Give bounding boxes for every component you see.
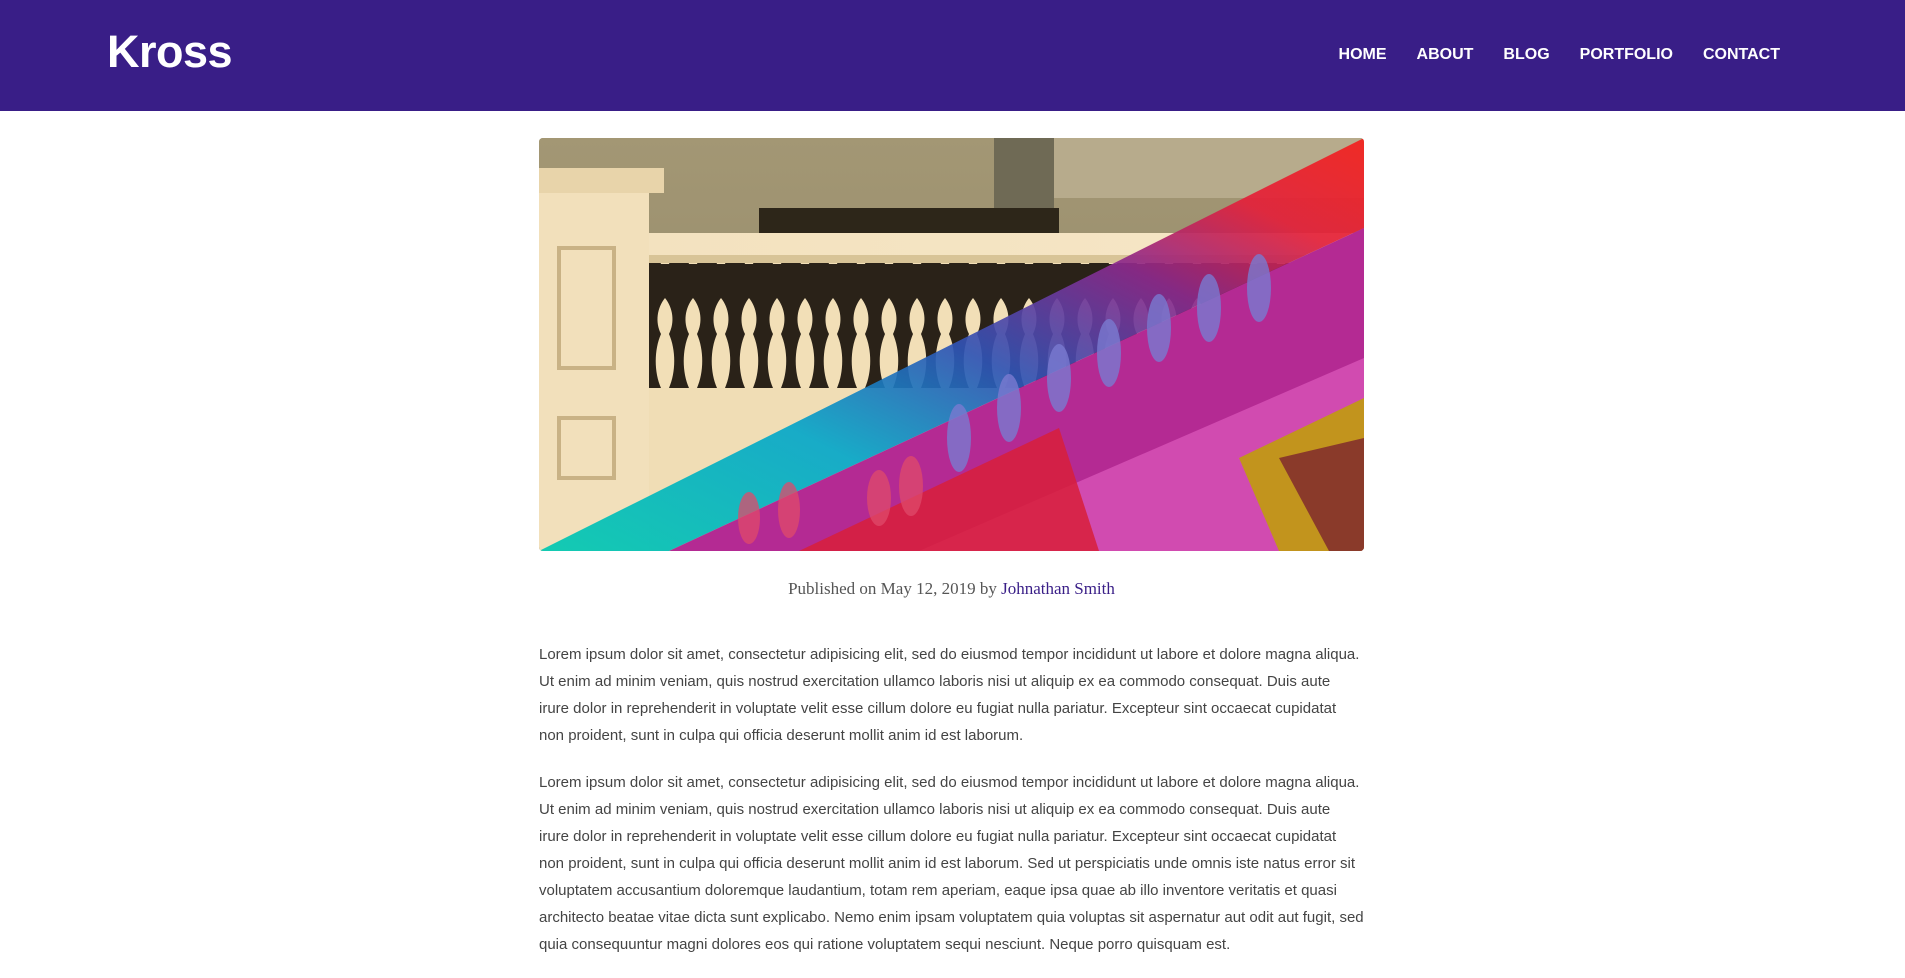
nav-item-portfolio: PORTFOLIO	[1550, 44, 1673, 66]
navbar: Kross HOME ABOUT BLOG PORTFOLIO CONTACT	[0, 0, 1905, 111]
colorful-staircase-photo-icon	[539, 138, 1364, 551]
nav-link-contact[interactable]: CONTACT	[1703, 44, 1780, 66]
nav-item-blog: BLOG	[1473, 44, 1549, 66]
nav-link-portfolio[interactable]: PORTFOLIO	[1580, 44, 1673, 66]
nav-item-contact: CONTACT	[1673, 44, 1780, 66]
author-link[interactable]: Johnathan Smith	[1001, 579, 1115, 598]
paragraph: Lorem ipsum dolor sit amet, consectetur …	[539, 646, 1360, 744]
main-nav: HOME ABOUT BLOG PORTFOLIO CONTACT	[1309, 44, 1780, 66]
nav-item-about: ABOUT	[1387, 44, 1474, 66]
nav-link-home[interactable]: HOME	[1339, 44, 1387, 66]
featured-image	[539, 138, 1364, 551]
nav-item-home: HOME	[1309, 44, 1387, 66]
nav-link-about[interactable]: ABOUT	[1417, 44, 1474, 66]
post-body: Lorem ipsum dolor sit amet, consectetur …	[539, 641, 1364, 978]
nav-link-blog[interactable]: BLOG	[1503, 44, 1549, 66]
paragraph: Lorem ipsum dolor sit amet, consectetur …	[539, 774, 1364, 953]
published-text: Published on May 12, 2019 by	[788, 579, 997, 598]
brand-logo[interactable]: Kross	[107, 26, 233, 78]
post-meta: Published on May 12, 2019 by Johnathan S…	[539, 577, 1364, 601]
